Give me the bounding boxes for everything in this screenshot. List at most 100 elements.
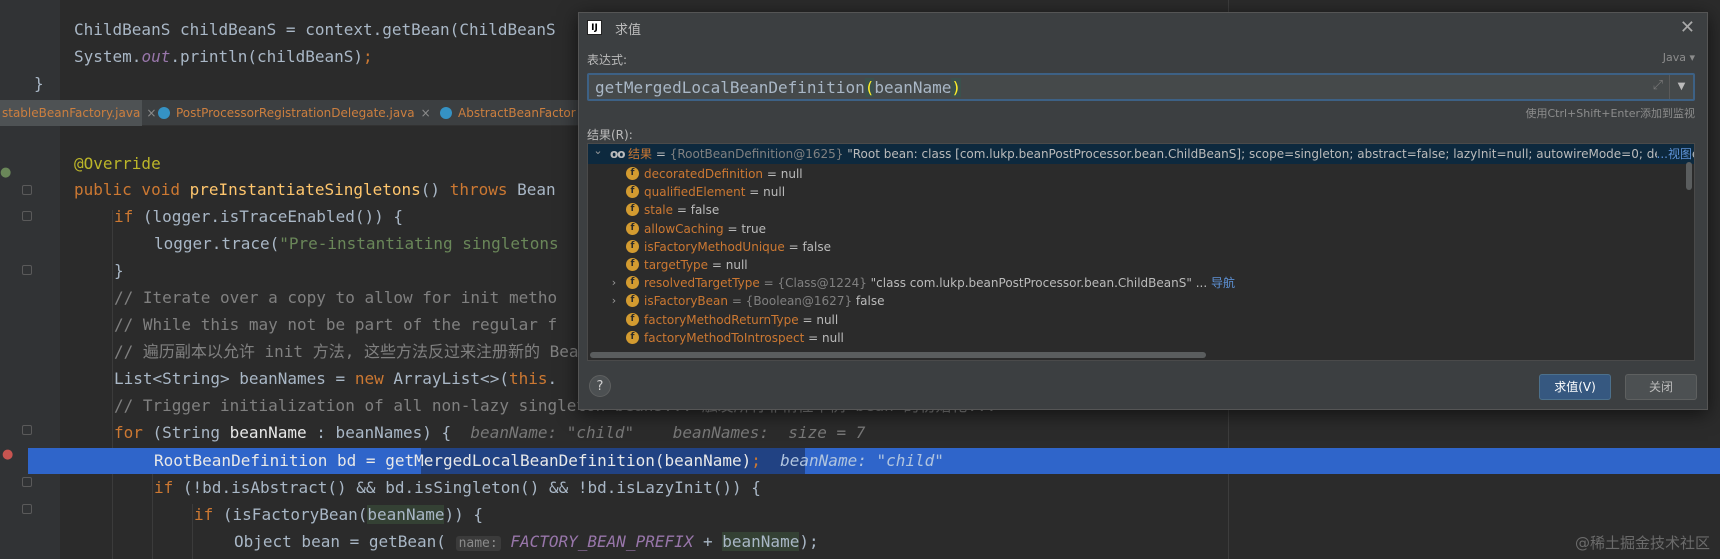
close-button[interactable]: 关闭 [1625,374,1697,400]
fold-marker-icon[interactable] [22,477,32,487]
tree-field-text: factoryMethodToIntrospect = null [644,328,844,348]
watch-hint: 使用Ctrl+Shift+Enter添加到监视 [1525,107,1695,120]
tree-root-text: 结果 = {RootBeanDefinition@1625} "Root bea… [628,144,1694,164]
vertical-scrollbar[interactable] [1686,162,1692,190]
field-icon: f [626,239,639,253]
dialog-title-bar[interactable]: IJ 求值 ✕ [579,13,1707,43]
code-variable: beanName [229,423,307,442]
code-line[interactable]: } [114,259,124,283]
close-icon[interactable]: × [421,106,431,120]
expression-paren: ( [864,78,875,97]
code-text: List<String> beanNames = [114,369,355,388]
tree-field-text: qualifiedElement = null [644,182,785,202]
code-text: System. [74,47,142,66]
tree-node-type: = {Class@1224} [759,276,867,291]
code-line[interactable]: RootBeanDefinition bd = getMergedLocalBe… [154,449,944,473]
code-comment-text: // 遍历副本以允许 init 方法, 这些方法反过来注册新的 Bea [114,342,579,361]
code-text: (String [152,423,230,442]
code-line[interactable]: public void preInstantiateSingletons() t… [74,178,556,202]
tree-node-name: isFactoryBean [644,294,728,309]
tree-field-text: isFactoryMethodUnique = false [644,237,831,257]
expand-arrow-icon[interactable]: › [608,273,620,293]
tree-node-name: qualifiedElement [644,185,746,200]
tree-node-type: {RootBeanDefinition@1625} [669,147,844,161]
expand-icon[interactable]: ⤢ [1653,78,1663,93]
intellij-logo-icon: IJ [587,20,602,35]
fold-marker-icon[interactable] [22,211,32,221]
tree-node-name: factoryMethodToIntrospect [644,330,805,345]
tree-field-row[interactable]: f targetType = null [588,255,1694,275]
code-text: Object bean = getBean( [234,532,456,551]
fold-marker-icon[interactable] [22,425,32,435]
tree-field-row[interactable]: f factoryMethodReturnType = null [588,310,1694,330]
close-icon[interactable]: ✕ [1680,17,1695,38]
tree-node-name: factoryMethodReturnType [644,312,799,327]
code-line[interactable]: List<String> beanNames = new ArrayList<>… [114,367,557,391]
history-dropdown-button[interactable]: ▼ [1669,75,1693,99]
expression-input[interactable]: getMergedLocalBeanDefinition(beanName) ⤢… [587,73,1695,101]
code-line[interactable]: Object bean = getBean( name: FACTORY_BEA… [234,530,819,554]
view-link[interactable]: ...视图 [1656,144,1692,164]
indent-guide [112,210,113,559]
tree-node-type: = {Boolean@1627} [728,294,853,309]
code-line[interactable]: if (!bd.isAbstract() && bd.isSingleton()… [154,476,761,500]
object-icon: oo [610,147,625,161]
code-comment[interactable]: // 遍历副本以允许 init 方法, 这些方法反过来注册新的 Bea [114,340,579,364]
help-button[interactable]: ? [589,375,611,397]
tree-field-text: stale = false [644,200,719,220]
expression-method: getMergedLocalBeanDefinition [595,78,865,97]
breakpoint-icon[interactable]: ● [2,448,13,462]
tree-field-row[interactable]: f factoryMethodToIntrospect = null [588,328,1694,348]
code-semicolon: ; [751,451,761,470]
code-line[interactable]: } [34,72,44,96]
code-text: } [114,261,124,280]
tree-field-row[interactable]: f allowCaching = true [588,219,1694,239]
tree-field-row[interactable]: f qualifiedElement = null [588,182,1694,202]
code-line[interactable]: ChildBeanS childBeanS = context.getBean(… [74,18,556,42]
tab-abstract-bean-factory-2[interactable]: AbstractBeanFactor [440,100,576,126]
code-variable: beanName [722,532,800,551]
expression-text[interactable]: getMergedLocalBeanDefinition(beanName) [595,78,962,97]
code-annotation: @Override [74,154,161,173]
tab-abstract-bean-factory[interactable]: stableBeanFactory.java × [0,100,156,126]
tree-node-value: = null [798,312,839,327]
tree-field-text: allowCaching = true [644,219,766,239]
code-static-field: out [141,47,171,66]
collapse-arrow-icon[interactable]: ⌄ [592,144,604,161]
fold-marker-icon[interactable] [22,504,32,514]
code-line[interactable]: @Override [74,152,161,176]
tree-field-row[interactable]: f isFactoryMethodUnique = false [588,237,1694,257]
code-line[interactable]: System.out.println(childBeanS); [74,45,373,69]
tree-field-row[interactable]: › f isFactoryBean = {Boolean@1627} false [588,291,1694,311]
code-line[interactable]: if (isFactoryBean(beanName)) { [194,503,483,527]
code-text: (logger.isTraceEnabled()) { [142,207,403,226]
code-comment-text: // While this may not be part of the reg… [114,315,558,334]
fold-marker-icon[interactable] [22,185,32,195]
language-selector[interactable]: Java ▾ [1663,51,1695,64]
close-icon[interactable]: × [146,106,156,120]
evaluate-button[interactable]: 求值(V) [1539,374,1611,400]
editor-gutter[interactable]: ● ● [0,0,60,559]
tab-post-processor-registration-delegate[interactable]: PostProcessorRegistrationDelegate.java × [158,100,431,126]
code-keyword: if [154,478,183,497]
tree-node-value: = null [745,185,786,200]
code-comment[interactable]: // While this may not be part of the reg… [114,313,557,337]
fold-marker-icon[interactable] [22,265,32,275]
horizontal-scrollbar[interactable] [590,352,1206,358]
code-line[interactable]: if (logger.isTraceEnabled()) { [114,205,403,229]
expand-arrow-icon[interactable]: › [608,291,620,311]
code-line[interactable]: logger.trace("Pre-instantiating singleto… [154,232,559,256]
code-keyword: throws [449,180,518,199]
result-tree[interactable]: ⌄ oo 结果 = {RootBeanDefinition@1625} "Roo… [587,143,1695,361]
code-comment[interactable]: // Iterate over a copy to allow for init… [114,286,557,310]
code-line[interactable]: for (String beanName : beanNames) { bean… [114,421,865,445]
tree-field-row[interactable]: f decoratedDefinition = null [588,164,1694,184]
field-icon: f [626,276,639,290]
tree-root-row[interactable]: ⌄ oo 结果 = {RootBeanDefinition@1625} "Roo… [588,144,1694,164]
code-text: + [693,532,723,551]
tree-field-row[interactable]: f stale = false [588,200,1694,220]
code-text: ArrayList<>( [393,369,509,388]
tree-field-row[interactable]: › f resolvedTargetType = {Class@1224} "cla… [588,273,1694,293]
override-marker-icon[interactable]: ● [0,166,11,180]
navigate-link[interactable]: 导航 [1211,276,1235,290]
